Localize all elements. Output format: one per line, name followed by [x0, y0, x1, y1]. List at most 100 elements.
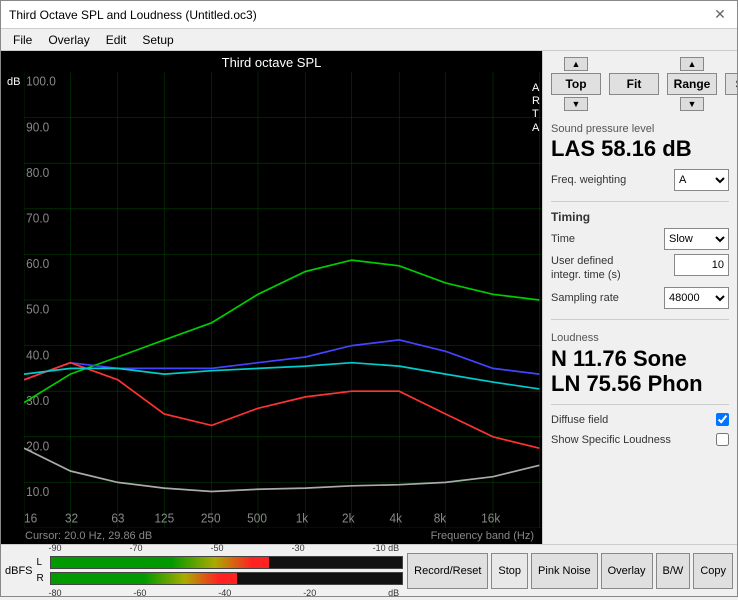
- diffuse-field-label: Diffuse field: [551, 414, 608, 426]
- pink-noise-button[interactable]: Pink Noise: [531, 553, 598, 589]
- svg-text:125: 125: [155, 511, 175, 525]
- dbfs-label: dBFS: [5, 565, 33, 577]
- record-reset-button[interactable]: Record/Reset: [407, 553, 488, 589]
- svg-text:60.0: 60.0: [27, 257, 50, 271]
- menu-bar: File Overlay Edit Setup: [1, 29, 737, 51]
- top-up-button[interactable]: ▲: [564, 57, 588, 71]
- bw-button[interactable]: B/W: [656, 553, 691, 589]
- chart-svg: 100.0 90.0 80.0 70.0 60.0 50.0 40.0 30.0…: [24, 72, 542, 528]
- cursor-label: Cursor: 20.0 Hz, 29.86 dB: [25, 530, 152, 542]
- range-up-button[interactable]: ▲: [680, 57, 704, 71]
- freq-band-label: Frequency band (Hz): [431, 530, 534, 542]
- svg-text:40.0: 40.0: [27, 348, 50, 362]
- menu-overlay[interactable]: Overlay: [40, 31, 97, 49]
- freq-weighting-label: Freq. weighting: [551, 174, 626, 186]
- r-channel-label: R: [37, 573, 47, 584]
- fit-control-group: Fit: [609, 57, 659, 111]
- spl-section-label: Sound pressure level: [551, 123, 729, 135]
- loudness-section-label: Loudness: [551, 332, 729, 344]
- fit-button[interactable]: Fit: [609, 73, 659, 95]
- loudness-ln-value: LN 75.56 Phon: [551, 371, 729, 396]
- svg-text:16k: 16k: [482, 511, 502, 525]
- top-button[interactable]: Top: [551, 73, 601, 95]
- chart-canvas-area: 100.0 90.0 80.0 70.0 60.0 50.0 40.0 30.0…: [24, 72, 542, 528]
- view-controls: ▲ Top ▼ Fit ▲ Range ▼ Set: [551, 57, 729, 111]
- y-axis-label: dB: [1, 72, 24, 528]
- spl-value: LAS 58.16 dB: [551, 137, 729, 161]
- loudness-n-value: N 11.76 Sone: [551, 346, 729, 371]
- menu-edit[interactable]: Edit: [98, 31, 135, 49]
- right-panel: ▲ Top ▼ Fit ▲ Range ▼ Set: [542, 51, 737, 544]
- top-control-group: ▲ Top ▼: [551, 57, 601, 111]
- range-control-group: ▲ Range ▼: [667, 57, 717, 111]
- overlay-button[interactable]: Overlay: [601, 553, 653, 589]
- divider-2: [551, 319, 729, 320]
- close-button[interactable]: ✕: [711, 6, 729, 24]
- svg-text:50.0: 50.0: [27, 302, 50, 316]
- timing-title: Timing: [551, 210, 729, 224]
- user-defined-input[interactable]: [674, 254, 729, 276]
- loudness-section: Loudness N 11.76 Sone LN 75.56 Phon: [551, 332, 729, 397]
- r-meter-fill: [51, 573, 237, 584]
- stop-button[interactable]: Stop: [491, 553, 528, 589]
- y-axis-text: dB: [7, 76, 20, 88]
- time-select[interactable]: Slow Fast Impulse: [664, 228, 729, 250]
- freq-weighting-select[interactable]: A B C Lin: [674, 169, 729, 191]
- menu-setup[interactable]: Setup: [134, 31, 181, 49]
- range-button[interactable]: Range: [667, 73, 717, 95]
- user-defined-label: User definedintegr. time (s): [551, 254, 621, 283]
- chart-wrapper: dB: [1, 72, 542, 528]
- show-specific-label: Show Specific Loudness: [551, 434, 671, 446]
- scale-top: -90 -70 -50 -30 -10 dB: [37, 543, 404, 553]
- range-down-button[interactable]: ▼: [680, 97, 704, 111]
- divider-1: [551, 201, 729, 202]
- svg-text:63: 63: [112, 511, 125, 525]
- cursor-info: Cursor: 20.0 Hz, 29.86 dB Frequency band…: [1, 528, 542, 544]
- r-meter-row: R: [37, 572, 404, 585]
- freq-weighting-control: A B C Lin: [674, 169, 729, 191]
- bottom-bar: dBFS -90 -70 -50 -30 -10 dB L R: [1, 544, 737, 596]
- time-label: Time: [551, 233, 575, 245]
- level-meters: -90 -70 -50 -30 -10 dB L R: [37, 541, 404, 600]
- title-bar: Third Octave SPL and Loudness (Untitled.…: [1, 1, 737, 29]
- r-meter-bar: [50, 572, 404, 585]
- top-down-button[interactable]: ▼: [564, 97, 588, 111]
- svg-text:100.0: 100.0: [27, 74, 57, 88]
- svg-text:500: 500: [248, 511, 268, 525]
- arta-watermark: ARTA: [532, 82, 540, 135]
- chart-title: Third octave SPL: [1, 51, 542, 72]
- svg-text:80.0: 80.0: [27, 166, 50, 180]
- set-button[interactable]: Set: [725, 73, 737, 95]
- freq-weighting-row: Freq. weighting A B C Lin: [551, 169, 729, 191]
- show-specific-checkbox[interactable]: [716, 433, 729, 446]
- timing-section: Timing Time Slow Fast Impulse User defin…: [551, 210, 729, 311]
- bottom-buttons: Record/Reset Stop Pink Noise Overlay B/W…: [407, 553, 733, 589]
- l-meter-fill: [51, 557, 269, 568]
- main-window: Third Octave SPL and Loudness (Untitled.…: [0, 0, 738, 597]
- user-defined-row: User definedintegr. time (s): [551, 254, 729, 283]
- diffuse-field-checkbox[interactable]: [716, 413, 729, 426]
- svg-text:30.0: 30.0: [27, 394, 50, 408]
- spl-section: Sound pressure level LAS 58.16 dB: [551, 123, 729, 161]
- svg-text:250: 250: [201, 511, 221, 525]
- svg-text:16: 16: [24, 511, 37, 525]
- sampling-select[interactable]: 48000 44100 96000: [664, 287, 729, 309]
- svg-text:32: 32: [65, 511, 78, 525]
- menu-file[interactable]: File: [5, 31, 40, 49]
- sampling-rate-row: Sampling rate 48000 44100 96000: [551, 287, 729, 309]
- svg-text:70.0: 70.0: [27, 211, 50, 225]
- time-row: Time Slow Fast Impulse: [551, 228, 729, 250]
- diffuse-field-row: Diffuse field: [551, 413, 729, 426]
- svg-text:10.0: 10.0: [27, 485, 50, 499]
- sampling-label: Sampling rate: [551, 292, 619, 304]
- divider-3: [551, 404, 729, 405]
- l-meter-bar: [50, 556, 404, 569]
- svg-text:1k: 1k: [296, 511, 309, 525]
- show-specific-row: Show Specific Loudness: [551, 433, 729, 446]
- svg-text:90.0: 90.0: [27, 120, 50, 134]
- l-channel-label: L: [37, 557, 47, 568]
- svg-text:2k: 2k: [343, 511, 356, 525]
- set-control-group: Set: [725, 57, 737, 111]
- copy-button[interactable]: Copy: [693, 553, 733, 589]
- window-title: Third Octave SPL and Loudness (Untitled.…: [9, 8, 257, 22]
